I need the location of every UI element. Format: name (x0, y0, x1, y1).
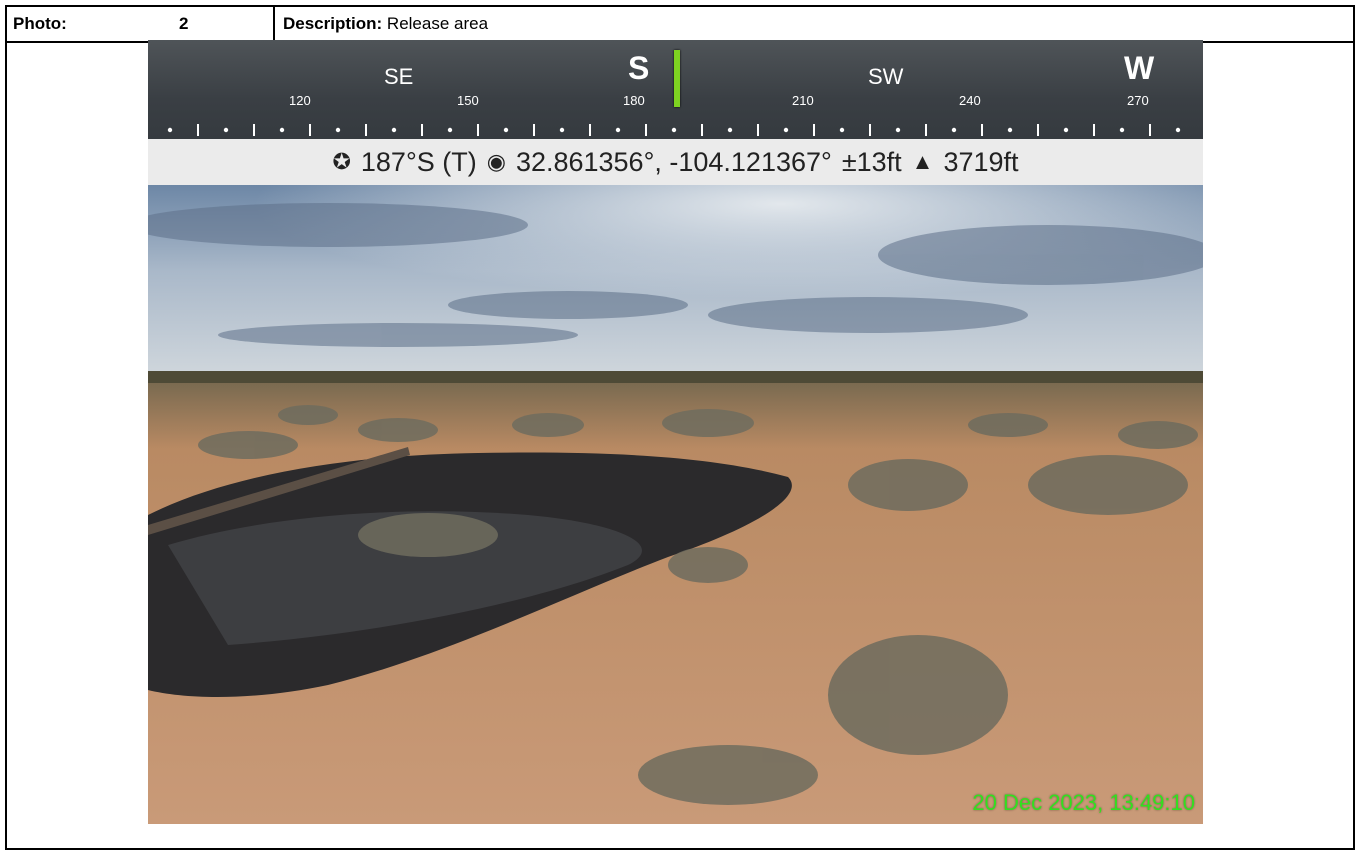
heading-marker (674, 50, 680, 107)
compass-tick-bar (533, 124, 535, 136)
compass-tick-bar (1093, 124, 1095, 136)
compass-tick-bar (309, 124, 311, 136)
description-cell: Description: Release area (283, 7, 488, 41)
compass-tick-bar (645, 124, 647, 136)
compass-tick-bar (589, 124, 591, 136)
compass-tick-dot (1119, 127, 1125, 133)
compass-tick-bar (365, 124, 367, 136)
compass-tick-dot (839, 127, 845, 133)
compass-tick-dot (783, 127, 789, 133)
compass-ticks (167, 124, 1181, 136)
compass-dir-sw: SW (868, 64, 904, 89)
compass-dir-se: SE (384, 64, 414, 89)
compass-tick-dot (951, 127, 957, 133)
compass-tick-dot (223, 127, 229, 133)
compass-tick-dot (615, 127, 621, 133)
compass-rose-icon: ✪ (332, 149, 351, 174)
coordinates-readout: 32.861356°, -104.121367° (515, 146, 832, 177)
compass-tick-bar (925, 124, 927, 136)
compass-tick-dot (279, 127, 285, 133)
header-row: Photo: 2 Description: Release area (7, 7, 1353, 43)
description-value: Release area (386, 14, 489, 33)
compass-tick-bar (813, 124, 815, 136)
heading-readout: 187°S (T) (360, 146, 477, 177)
compass-tick-bar (477, 124, 479, 136)
compass-tick-dot (167, 127, 173, 133)
tick-label-180: 180 (623, 93, 645, 108)
compass-tick-dot (671, 127, 677, 133)
photo-timestamp: 20 Dec 2023, 13:49:10 (972, 790, 1195, 815)
compass-dir-w: W (1124, 50, 1155, 86)
compass-tick-bar (1149, 124, 1151, 136)
tick-label-210: 210 (792, 93, 814, 108)
photo-number: 2 (179, 14, 189, 33)
compass-tick-dot (335, 127, 341, 133)
compass-tick-bar (421, 124, 423, 136)
tick-label-120: 120 (289, 93, 311, 108)
tick-label-240: 240 (959, 93, 981, 108)
compass-dir-s: S (628, 50, 650, 86)
description-label: Description: (283, 14, 383, 33)
compass-tick-dot (727, 127, 733, 133)
compass-tick-dot (1175, 127, 1181, 133)
photo-label: Photo: (13, 14, 67, 33)
compass-tick-dot (391, 127, 397, 133)
tick-label-270: 270 (1127, 93, 1149, 108)
compass-tick-bar (869, 124, 871, 136)
compass-tick-dot (1007, 127, 1013, 133)
site-photo: SE S SW W 120 150 180 210 240 270 ✪ 187°… (148, 40, 1203, 824)
tick-label-150: 150 (457, 93, 479, 108)
altitude-readout: 3719ft (943, 146, 1019, 177)
column-divider (273, 7, 275, 41)
gps-info-strip: ✪ 187°S (T) ◉ 32.861356°, -104.121367° ±… (148, 139, 1203, 185)
triangle-up-icon: ▲ (911, 149, 934, 174)
compass-tick-dot (1063, 127, 1069, 133)
landscape-scene (148, 185, 1203, 824)
compass-tick-bar (197, 124, 199, 136)
compass-tick-bar (757, 124, 759, 136)
location-dot-icon: ◉ (486, 149, 506, 174)
compass-tick-dot (447, 127, 453, 133)
compass-tick-dot (895, 127, 901, 133)
compass-tick-bar (701, 124, 703, 136)
compass-tick-dot (559, 127, 565, 133)
compass-tick-bar (1037, 124, 1039, 136)
compass-tick-bar (253, 124, 255, 136)
accuracy-readout: ±13ft (841, 146, 902, 177)
horizon (148, 371, 1203, 385)
compass-tick-bar (981, 124, 983, 136)
compass-bar: SE S SW W 120 150 180 210 240 270 (148, 40, 1203, 139)
compass-tick-dot (503, 127, 509, 133)
